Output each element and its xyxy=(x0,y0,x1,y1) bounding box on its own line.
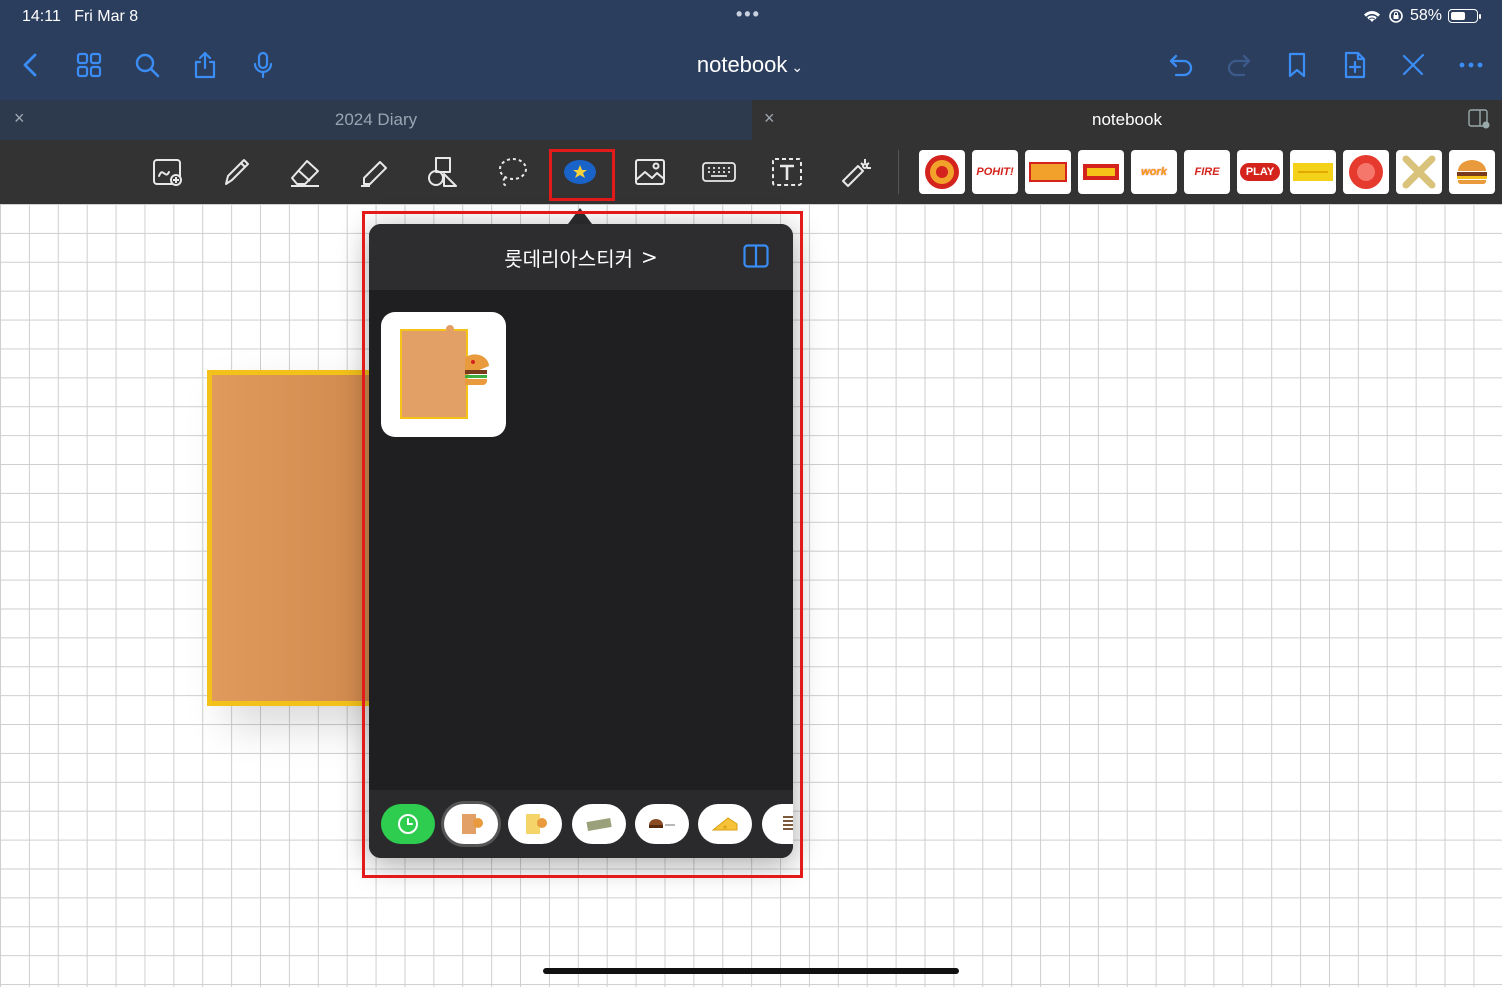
favorite-sticker-1[interactable] xyxy=(919,150,965,194)
undo-icon[interactable] xyxy=(1164,48,1198,82)
tab-label: 2024 Diary xyxy=(334,110,418,129)
favorite-sticker-7[interactable]: PLAY xyxy=(1237,150,1283,194)
favorite-sticker-8[interactable] xyxy=(1290,150,1336,194)
favorite-sticker-10[interactable] xyxy=(1396,150,1442,194)
favorite-sticker-3[interactable] xyxy=(1025,150,1071,194)
close-tab-icon[interactable]: × xyxy=(764,108,775,129)
tab-notebook[interactable]: × notebook xyxy=(752,100,1502,140)
grid-view-icon[interactable] xyxy=(72,48,106,82)
zoom-window-tool[interactable] xyxy=(146,152,190,192)
status-indicators: 58% xyxy=(1362,7,1481,25)
sticker-tool-highlight xyxy=(549,149,615,201)
favorite-sticker-9[interactable] xyxy=(1343,150,1389,194)
battery-percent: 58% xyxy=(1409,7,1442,24)
keyboard-tool[interactable] xyxy=(697,152,741,192)
text-tool[interactable] xyxy=(765,152,809,192)
image-tool[interactable] xyxy=(628,152,672,192)
favorite-sticker-5[interactable]: work xyxy=(1131,150,1177,194)
tab-2024-diary[interactable]: × 2024 Diary xyxy=(0,100,752,140)
shapes-tool[interactable] xyxy=(420,152,464,192)
bookmark-icon[interactable] xyxy=(1280,48,1314,82)
document-title-menu[interactable]: notebook ⌄ xyxy=(660,52,840,78)
orientation-lock-icon xyxy=(1389,9,1403,23)
laser-pointer-tool[interactable] xyxy=(834,152,878,192)
share-icon[interactable] xyxy=(188,48,222,82)
multitasking-dots-icon[interactable]: ••• xyxy=(736,4,761,25)
toolbar-divider xyxy=(898,150,899,194)
status-time: 14:11 Fri Mar 8 xyxy=(22,8,139,25)
favorite-sticker-2[interactable]: POHIT! xyxy=(972,150,1018,194)
highlighter-tool[interactable] xyxy=(352,152,396,192)
chevron-down-icon: ⌄ xyxy=(791,59,804,75)
pen-off-icon[interactable] xyxy=(1396,48,1430,82)
more-options-icon[interactable] xyxy=(1454,48,1488,82)
back-chevron-icon[interactable] xyxy=(14,48,48,82)
redo-icon[interactable] xyxy=(1222,48,1256,82)
home-indicator xyxy=(543,968,959,974)
placed-sticker-image[interactable] xyxy=(207,370,377,706)
favorite-sticker-4[interactable] xyxy=(1078,150,1124,194)
battery-icon xyxy=(1448,9,1481,23)
eraser-tool[interactable] xyxy=(283,152,327,192)
lasso-tool[interactable] xyxy=(490,152,534,192)
tab-label: notebook xyxy=(1092,110,1162,129)
microphone-icon[interactable] xyxy=(246,48,280,82)
search-icon[interactable] xyxy=(130,48,164,82)
nav-bar: 14:11 Fri Mar 8 ••• 58% notebook ⌄ xyxy=(0,0,1502,100)
pen-tool[interactable] xyxy=(214,152,258,192)
split-view-icon[interactable] xyxy=(1468,109,1490,129)
sticker-popover-highlight xyxy=(362,211,803,878)
wifi-icon xyxy=(1363,11,1380,22)
favorite-sticker-11[interactable] xyxy=(1449,150,1495,194)
favorite-sticker-6[interactable]: FIRE xyxy=(1184,150,1230,194)
tab-bar: × 2024 Diary × notebook xyxy=(0,100,1502,140)
add-page-icon[interactable] xyxy=(1338,48,1372,82)
close-tab-icon[interactable]: × xyxy=(14,108,25,129)
tool-bar: POHIT! work FIRE PLAY xyxy=(0,140,1502,204)
